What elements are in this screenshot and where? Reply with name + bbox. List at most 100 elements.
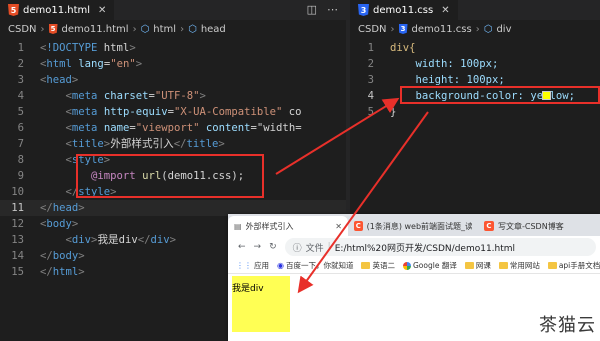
more-actions-icon[interactable]: ⋯: [327, 3, 338, 16]
breadcrumb-item[interactable]: CSDN: [8, 24, 37, 35]
code-area[interactable]: 1 div{ 2 width: 100px; 3 height: 100px; …: [350, 40, 600, 120]
chevron-right-icon: ›: [40, 23, 45, 35]
folder-icon: [547, 262, 557, 269]
code-text: <meta charset="UTF-8">: [65, 90, 206, 102]
breadcrumb-item[interactable]: demo11.html: [62, 24, 129, 35]
bookmark-item[interactable]: api手册文档: [547, 260, 600, 271]
bookmark-label: Google 翻译: [412, 261, 457, 270]
html5-file-icon: 5: [8, 4, 19, 16]
highlight-box: [400, 86, 600, 104]
bookmark-apps[interactable]: ⋮⋮ 应用: [236, 260, 269, 271]
breadcrumb-item[interactable]: head: [201, 24, 226, 35]
breadcrumb: CSDN › 5 demo11.html › ⬡ html › ⬡ head: [0, 20, 346, 38]
line-number: 5: [17, 106, 24, 118]
line-number: 11: [11, 202, 24, 214]
bookmark-label: 英语二: [372, 261, 395, 270]
html5-file-icon: 5: [48, 24, 58, 34]
address-bar[interactable]: ⓘ 文件 | E:/html%20网页开发/CSDN/demo11.html: [284, 238, 596, 256]
address-row: ← → ↻ ⓘ 文件 | E:/html%20网页开发/CSDN/demo11.…: [228, 236, 600, 258]
css3-file-icon: 3: [358, 4, 369, 16]
bookmark-item[interactable]: 网课: [464, 260, 491, 271]
bookmark-item[interactable]: ◉ 百度一下，你就知道: [277, 260, 353, 271]
tab-demo11-html[interactable]: 5 demo11.html ✕: [0, 0, 115, 20]
code-line: 2 width: 100px;: [350, 56, 600, 72]
line-number: 4: [367, 90, 374, 102]
bookmark-label: api手册文档: [558, 261, 600, 270]
breadcrumb-item[interactable]: html: [153, 24, 176, 35]
tab-label: demo11.html: [23, 4, 91, 16]
bookmark-item[interactable]: 常用网站: [498, 260, 540, 271]
breadcrumb-item[interactable]: div: [496, 24, 511, 35]
close-icon[interactable]: ✕: [335, 222, 342, 231]
element-icon: ⬡: [188, 23, 197, 35]
breadcrumb-item[interactable]: CSDN: [358, 24, 387, 35]
browser-tab[interactable]: C (1条消息) web前端面试题_读影...: [348, 216, 478, 236]
code-text: }: [390, 106, 397, 118]
code-text: <!DOCTYPE html>: [40, 42, 136, 54]
code-line: 3 <head>: [0, 72, 346, 88]
selector-icon: ⬡: [483, 23, 493, 35]
folder-icon: [464, 262, 474, 269]
bookmark-label: 百度一下，你就知道: [285, 261, 354, 270]
code-line: 1 div{: [350, 40, 600, 56]
bookmark-label: 常用网站: [509, 261, 540, 270]
line-number: 7: [17, 138, 24, 150]
csdn-icon: C: [484, 221, 494, 231]
browser-tab-label: 外部样式引入: [245, 221, 294, 231]
forward-icon[interactable]: →: [254, 242, 262, 252]
line-number: 13: [11, 234, 24, 246]
yellow-div: 我是div: [232, 276, 290, 332]
close-icon[interactable]: ✕: [441, 5, 449, 16]
line-number: 2: [367, 58, 374, 70]
line-number: 15: [11, 266, 24, 278]
chevron-right-icon: ›: [475, 23, 480, 35]
line-number: 3: [17, 74, 24, 86]
line-number: 8: [17, 154, 24, 166]
back-icon[interactable]: ←: [238, 242, 246, 252]
line-number: 4: [17, 90, 24, 102]
breadcrumb-item[interactable]: demo11.css: [412, 24, 472, 35]
browser-tab-active[interactable]: ▤ 外部样式引入 ✕: [228, 216, 348, 236]
code-line: 1 <!DOCTYPE html>: [0, 40, 346, 56]
reload-icon[interactable]: ↻: [269, 242, 277, 252]
chevron-right-icon: ›: [180, 23, 185, 35]
css3-file-icon: 3: [398, 24, 408, 34]
code-text: </body>: [40, 250, 85, 262]
address-label: 文件: [305, 243, 324, 254]
line-number: 2: [17, 58, 24, 70]
code-text: <body>: [40, 218, 79, 230]
tab-demo11-css[interactable]: 3 demo11.css ✕: [350, 0, 458, 20]
divider: |: [327, 242, 331, 252]
line-number: 10: [11, 186, 24, 198]
editor-tab-bar: 3 demo11.css ✕: [350, 0, 600, 20]
code-text: <meta http-equiv="X-UA-Compatible" co: [65, 106, 302, 118]
code-text: <meta name="viewport" content="width=: [65, 122, 302, 134]
apps-grid-icon: ⋮⋮: [236, 261, 252, 270]
code-text: <title>外部样式引入</title>: [65, 138, 225, 150]
element-icon: ⬡: [140, 23, 150, 35]
highlight-box: [76, 154, 264, 198]
address-text: E:/html%20网页开发/CSDN/demo11.html: [334, 243, 516, 254]
close-icon[interactable]: ✕: [98, 5, 106, 16]
split-editor-icon[interactable]: ◫: [307, 3, 317, 16]
google-icon: [402, 261, 411, 270]
breadcrumb: CSDN › 3 demo11.css › ⬡ div: [350, 20, 600, 38]
bookmark-item[interactable]: 英语二: [361, 260, 395, 271]
code-text: width: 100px;: [390, 58, 499, 70]
line-number: 9: [17, 170, 24, 182]
code-text: <html lang="en">: [40, 58, 143, 70]
code-text: div{: [390, 42, 416, 54]
browser-tab-label: (1条消息) web前端面试题_读影...: [366, 221, 472, 231]
bookmark-item[interactable]: Google 翻译: [402, 260, 457, 271]
browser-tab[interactable]: C 写文章-CSDN博客: [478, 216, 570, 236]
code-text: </html>: [40, 266, 85, 278]
tab-label: demo11.css: [373, 4, 434, 16]
code-line: 4 <meta charset="UTF-8">: [0, 88, 346, 104]
div-text: 我是div: [232, 284, 264, 294]
browser-tab-strip: ▤ 外部样式引入 ✕ C (1条消息) web前端面试题_读影... C 写文章…: [228, 214, 600, 236]
code-line: 5 }: [350, 104, 600, 120]
code-line: 5 <meta http-equiv="X-UA-Compatible" co: [0, 104, 346, 120]
document-icon: ▤: [234, 221, 242, 231]
line-number: 12: [11, 218, 24, 230]
chevron-right-icon: ›: [390, 23, 395, 35]
